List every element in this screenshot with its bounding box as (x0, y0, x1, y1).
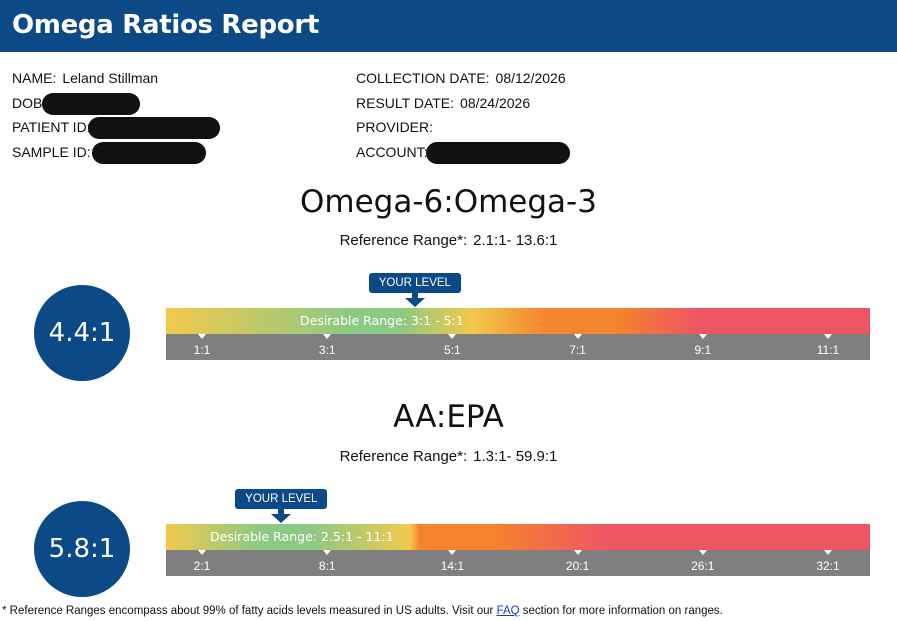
tick-label: 2:1 (193, 559, 211, 573)
omega-reference-label: Reference Range*: (339, 232, 468, 249)
tick-label: 8:1 (318, 559, 336, 573)
aa-epa-range-bar: Desirable Range: 2.5:1 - 11:1 (166, 524, 870, 550)
tick-triangle-icon (323, 550, 332, 555)
patient-info-right: COLLECTION DATE: 08/12/2026 RESULT DATE: 0… (356, 66, 570, 165)
account-label: ACCOUNT: (356, 143, 428, 160)
info-row-sample-id: SAMPLE ID: (12, 140, 206, 165)
aa-epa-desirable-range-label: Desirable Range: 2.5:1 - 11:1 (210, 529, 394, 544)
aa-epa-reference-value: 1.3:1- 59.9:1 (473, 448, 558, 465)
faq-link[interactable]: FAQ (497, 605, 520, 617)
info-row-name: NAME: Leland Stillman (12, 66, 158, 91)
name-value: Leland Stillman (62, 70, 159, 86)
tick-label: 5:1 (444, 343, 461, 357)
aa-epa-reference-range: Reference Range*: 1.3:1- 59.9:1 (0, 448, 897, 465)
info-row-provider: PROVIDER: (356, 115, 566, 140)
footnote-text-after: section for more information on ranges. (519, 605, 723, 617)
sample-id-redaction (92, 141, 206, 164)
omega-marker-arrow-icon (404, 298, 425, 307)
aa-epa-your-level-label: YOUR LEVEL (235, 489, 328, 509)
aa-epa-title: AA:EPA (393, 399, 504, 435)
dob-label: DOB (12, 94, 43, 111)
tick-triangle-icon (573, 550, 582, 555)
name-label: NAME: (12, 70, 57, 86)
report-header: Omega Ratios Report (0, 0, 897, 52)
tick-label: 9:1 (694, 343, 712, 357)
patient-id-label: PATIENT ID: (12, 119, 91, 135)
account-redaction (426, 141, 570, 164)
info-row-result-date: RESULT DATE: 08/24/2026 (356, 91, 566, 116)
info-row-account: ACCOUNT: (356, 140, 570, 165)
tick-label: 14:1 (440, 559, 465, 573)
tick-triangle-icon (698, 550, 707, 555)
collection-date-value: 08/12/2026 (495, 70, 566, 86)
tick-triangle-icon (824, 550, 832, 555)
aa-epa-reference-label: Reference Range*: (339, 448, 468, 465)
tick-label: 1:1 (193, 343, 211, 357)
tick-triangle-icon (824, 334, 832, 339)
tick-label: 26:1 (691, 559, 715, 573)
tick-label: 7:1 (569, 343, 586, 357)
aa-epa-marker-arrow-icon (271, 514, 292, 523)
omega-desirable-range-label: Desirable Range: 3:1 - 5:1 (300, 313, 464, 328)
aa-epa-result-circle: 5.8:1 (34, 501, 130, 597)
aa-epa-result-value: 5.8:1 (48, 534, 116, 564)
info-row-dob: DOB (12, 91, 158, 116)
info-row-collection-date: COLLECTION DATE: 08/12/2026 (356, 66, 566, 91)
result-date-label: RESULT DATE: (356, 94, 455, 111)
result-date-value: 08/24/2026 (460, 94, 531, 111)
footnote-text-before: * Reference Ranges encompass about 99% o… (2, 605, 497, 617)
tick-triangle-icon (698, 334, 707, 339)
info-row-patient-id: PATIENT ID: (12, 115, 220, 140)
tick-label: 20:1 (565, 559, 590, 573)
tick-label: 11:1 (816, 343, 840, 357)
tick-label: 3:1 (318, 343, 336, 357)
patient-info-left: NAME: Leland Stillman DOB PATIENT ID: SAM… (12, 66, 220, 165)
dob-redaction (42, 92, 140, 115)
omega-reference-range: Reference Range*: 2.1:1- 13.6:1 (0, 232, 897, 249)
omega-range-bar: Desirable Range: 3:1 - 5:1 (166, 308, 870, 334)
tick-label: 32:1 (816, 559, 840, 573)
sample-id-label: SAMPLE ID: (12, 143, 91, 160)
omega-reference-value: 2.1:1- 13.6:1 (473, 232, 558, 249)
tick-triangle-icon (198, 550, 206, 555)
omega-result-circle: 4.4:1 (34, 285, 130, 381)
patient-id-redaction (88, 117, 220, 139)
omega-your-level-label: YOUR LEVEL (368, 273, 461, 293)
tick-triangle-icon (198, 334, 206, 339)
aa-epa-scale: 2:1 8:1 14:1 20:1 26:1 32:1 (166, 550, 870, 576)
omega-result-value: 4.4:1 (48, 318, 116, 348)
provider-label: PROVIDER: (356, 119, 434, 135)
report-title: Omega Ratios Report (12, 10, 320, 40)
tick-triangle-icon (573, 334, 582, 339)
tick-triangle-icon (323, 334, 332, 339)
collection-date-label: COLLECTION DATE: (356, 70, 490, 86)
tick-triangle-icon (448, 550, 457, 555)
tick-triangle-icon (448, 334, 457, 339)
omega-scale: 1:1 3:1 5:1 7:1 9:1 11:1 (166, 334, 870, 360)
omega-ratio-title: Omega-6:Omega-3 (300, 184, 597, 220)
footnote: * Reference Ranges encompass about 99% o… (2, 605, 723, 617)
